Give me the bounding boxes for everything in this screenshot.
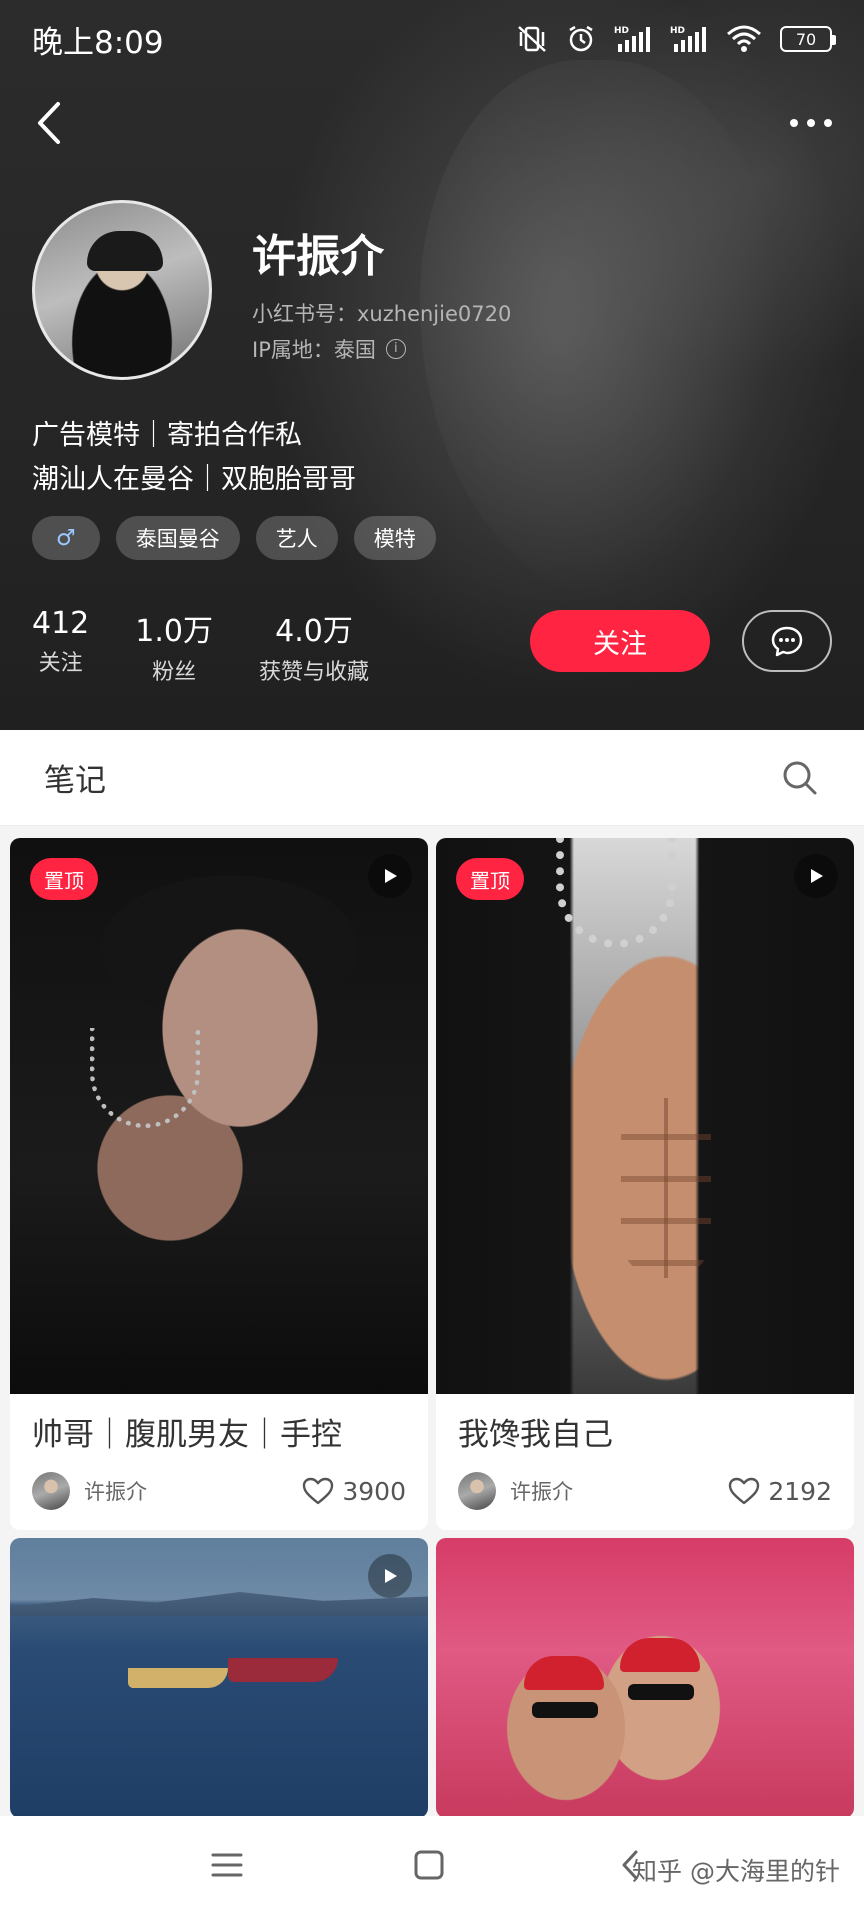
tag-location: 泰国曼谷 [115, 516, 240, 560]
menu-icon[interactable] [210, 1848, 244, 1882]
stat-likes-collects[interactable]: 4.0万 获赞与收藏 [259, 606, 369, 686]
stat-followers[interactable]: 1.0万 粉丝 [135, 606, 213, 686]
heart-icon [729, 1477, 760, 1505]
video-play-icon [368, 854, 412, 898]
profile-header: 晚上8:09 HD HD 70 许振介 小红书号：xuzhenjie0720 I… [0, 0, 864, 730]
notes-bar: 笔记 [0, 730, 864, 826]
message-button[interactable] [742, 610, 832, 672]
profile-name: 许振介 [252, 231, 384, 282]
status-icons: HD HD 70 [516, 24, 836, 54]
stat-value: 412 [32, 606, 90, 641]
note-card[interactable]: 置顶 我馋我自己 许振介 2192 [436, 838, 854, 1530]
male-icon: ♂ [56, 525, 76, 551]
video-play-icon [368, 1554, 412, 1598]
note-card[interactable]: 置顶 帅哥｜腹肌男友｜手控 许振介 3900 [10, 838, 428, 1530]
bio-line: 潮汕人在曼谷｜双胞胎哥哥 [32, 464, 356, 495]
note-cover-image [10, 1538, 428, 1818]
tag-model: 模特 [353, 516, 436, 560]
author-name: 许振介 [510, 1480, 573, 1504]
like-button[interactable]: 2192 [728, 1476, 832, 1506]
pinned-badge: 置顶 [456, 858, 524, 900]
video-play-icon [794, 854, 838, 898]
avatar[interactable] [32, 200, 212, 380]
battery-icon: 70 [780, 26, 836, 52]
note-card[interactable] [10, 1538, 428, 1818]
follow-button[interactable]: 关注 [530, 610, 710, 672]
note-author[interactable]: 许振介 [458, 1472, 573, 1510]
author-avatar [32, 1472, 70, 1510]
note-cover-image: 置顶 [10, 838, 428, 1394]
search-icon[interactable] [780, 758, 820, 798]
tag-list: ♂ 泰国曼谷 艺人 模特 [32, 516, 436, 560]
wifi-icon [727, 25, 761, 52]
pinned-badge: 置顶 [30, 858, 98, 900]
like-button[interactable]: 3900 [302, 1476, 406, 1506]
like-count: 2192 [768, 1476, 832, 1506]
gender-tag: ♂ [32, 516, 100, 560]
watermark: 知乎 @大海里的针 [632, 1857, 840, 1886]
bio-line: 广告模特｜寄拍合作私 [32, 420, 302, 451]
stat-following[interactable]: 412 关注 [32, 606, 89, 686]
note-cover-image [436, 1538, 854, 1818]
stat-value: 4.0万 [275, 614, 353, 649]
chat-bubble-icon [771, 626, 803, 657]
heart-icon [303, 1477, 334, 1505]
stat-label: 粉丝 [152, 660, 197, 685]
home-icon[interactable] [412, 1848, 446, 1882]
ip-location-text: IP属地：泰国 [252, 338, 376, 362]
hd-signal-icon: HD [670, 26, 706, 52]
status-time: 晚上8:09 [32, 24, 164, 61]
bio: 广告模特｜寄拍合作私 潮汕人在曼谷｜双胞胎哥哥 [32, 414, 356, 502]
hd-signal-icon: HD [614, 26, 650, 52]
mute-vibrate-icon [518, 26, 546, 52]
more-button[interactable] [786, 108, 836, 138]
status-bar: 晚上8:09 HD HD 70 [0, 0, 864, 78]
stat-label: 关注 [38, 651, 83, 676]
battery-level: 70 [795, 29, 817, 49]
header-background-image [420, 60, 780, 600]
stat-value: 1.0万 [135, 614, 213, 649]
svg-text:HD: HD [670, 26, 685, 36]
back-button[interactable] [30, 98, 70, 148]
info-icon[interactable]: i [385, 339, 406, 359]
note-title: 我馋我自己 [458, 1417, 613, 1453]
notes-grid: 置顶 帅哥｜腹肌男友｜手控 许振介 3900 置顶 我馋我自己 许振介 2192 [10, 838, 854, 1818]
like-count: 3900 [342, 1476, 406, 1506]
svg-text:HD: HD [614, 26, 629, 36]
note-title: 帅哥｜腹肌男友｜手控 [32, 1417, 342, 1453]
red-id: 小红书号：xuzhenjie0720 [252, 302, 512, 326]
tab-notes[interactable]: 笔记 [44, 755, 106, 800]
profile-stats: 412 关注 1.0万 粉丝 4.0万 获赞与收藏 [32, 606, 415, 686]
note-author[interactable]: 许振介 [32, 1472, 147, 1510]
tag-artist: 艺人 [255, 516, 338, 560]
author-name: 许振介 [84, 1480, 147, 1504]
note-card[interactable] [436, 1538, 854, 1818]
stat-label: 获赞与收藏 [258, 660, 369, 685]
alarm-icon [569, 25, 593, 52]
author-avatar [458, 1472, 496, 1510]
ip-location: IP属地：泰国 i [252, 334, 406, 364]
note-cover-image: 置顶 [436, 838, 854, 1394]
